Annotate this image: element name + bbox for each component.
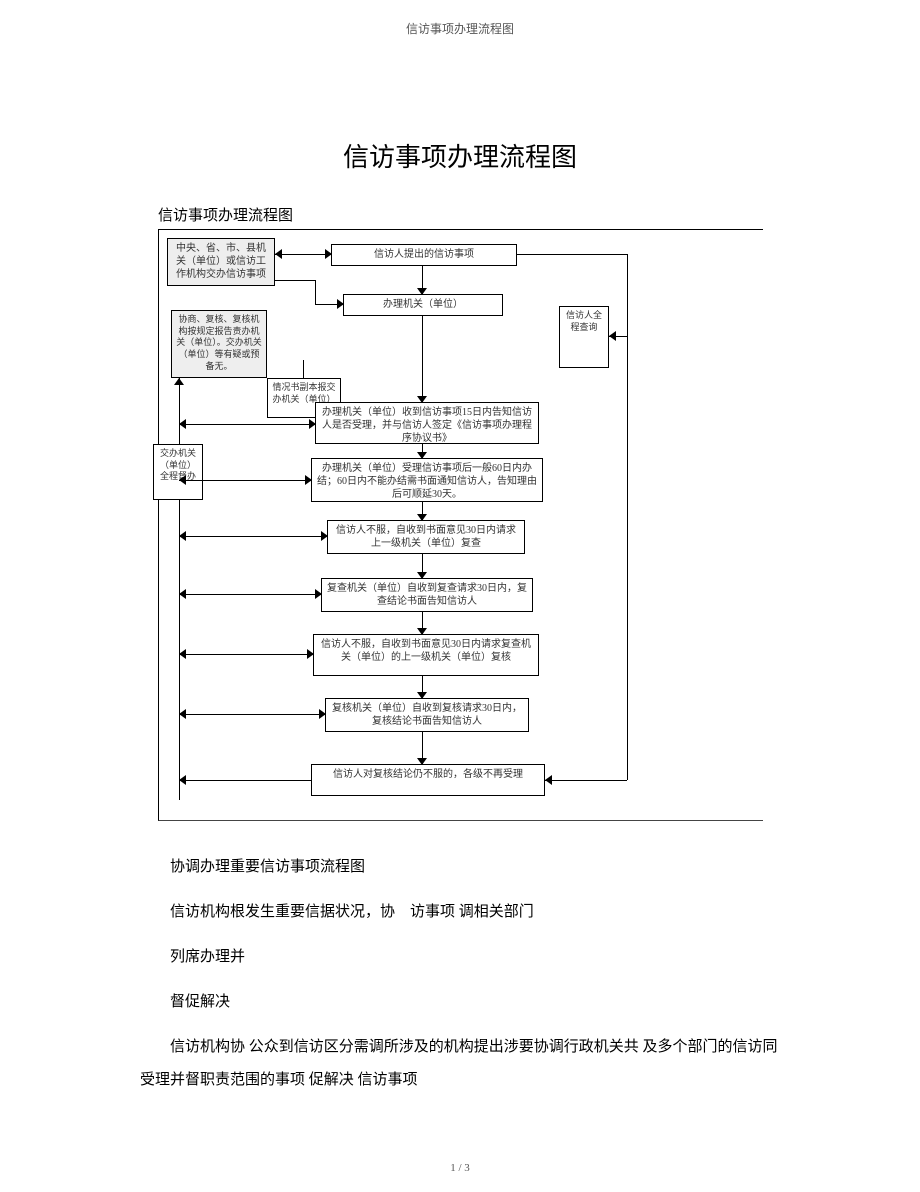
paragraph-3: 督促解决 xyxy=(140,986,780,1019)
paragraph-4: 信访机构协 公众到信访区分需调所涉及的机构提出涉要协调行政机关共 及多个部门的信… xyxy=(140,1031,780,1097)
node-15day: 办理机关（单位）收到信访事项15日内告知信访人是否受理，并与信访人签定《信访事项… xyxy=(315,402,539,444)
node-top-authority: 中央、省、市、县机关（单位）或信访工作机构交办信访事项 xyxy=(167,238,275,286)
diagram-caption: 信访事项办理流程图 xyxy=(158,204,920,225)
section-title-2: 协调办理重要信访事项流程图 xyxy=(140,851,780,884)
page-header: 信访事项办理流程图 xyxy=(0,0,920,37)
node-petition-submitted: 信访人提出的信访事项 xyxy=(331,244,517,266)
node-supervision: 交办机关（单位）全程督办 xyxy=(153,444,203,500)
node-60day: 办理机关（单位）受理信访事项后一般60日内办结；60日内不能办结需书面通知信访人… xyxy=(311,458,543,502)
node-consultation: 协商、复核、复核机构按规定报告责办机关（单位）。交办机关（单位）等有疑或预备无。 xyxy=(171,310,267,378)
node-final: 信访人对复核结论仍不服的，各级不再受理 xyxy=(311,764,545,796)
node-query: 信访人全程查询 xyxy=(559,306,609,368)
node-review-1: 复查机关（单位）自收到复查请求30日内，复查结论书面告知信访人 xyxy=(321,578,533,612)
node-appeal-2: 信访人不服，自收到书面意见30日内请求复查机关（单位）的上一级机关（单位）复核 xyxy=(313,634,539,676)
main-title: 信访事项办理流程图 xyxy=(0,137,920,174)
page: 信访事项办理流程图 信访事项办理流程图 信访事项办理流程图 中央、省、市、县机关… xyxy=(0,0,920,1192)
body-text: 协调办理重要信访事项流程图 信访机构根发生重要信据状况，协 访事项 调相关部门 … xyxy=(140,851,780,1097)
node-processing-unit: 办理机关（单位） xyxy=(343,294,503,316)
paragraph-1: 信访机构根发生重要信据状况，协 访事项 调相关部门 xyxy=(140,896,780,929)
page-number: 1 / 3 xyxy=(0,1162,920,1174)
node-review-2: 复核机关（单位）自收到复核请求30日内，复核结论书面告知信访人 xyxy=(325,698,529,732)
node-appeal-1: 信访人不服，自收到书面意见30日内请求上一级机关（单位）复查 xyxy=(327,520,525,554)
paragraph-2: 列席办理并 xyxy=(140,941,780,974)
flowchart-diagram: 中央、省、市、县机关（单位）或信访工作机构交办信访事项 信访人提出的信访事项 办… xyxy=(158,229,763,821)
